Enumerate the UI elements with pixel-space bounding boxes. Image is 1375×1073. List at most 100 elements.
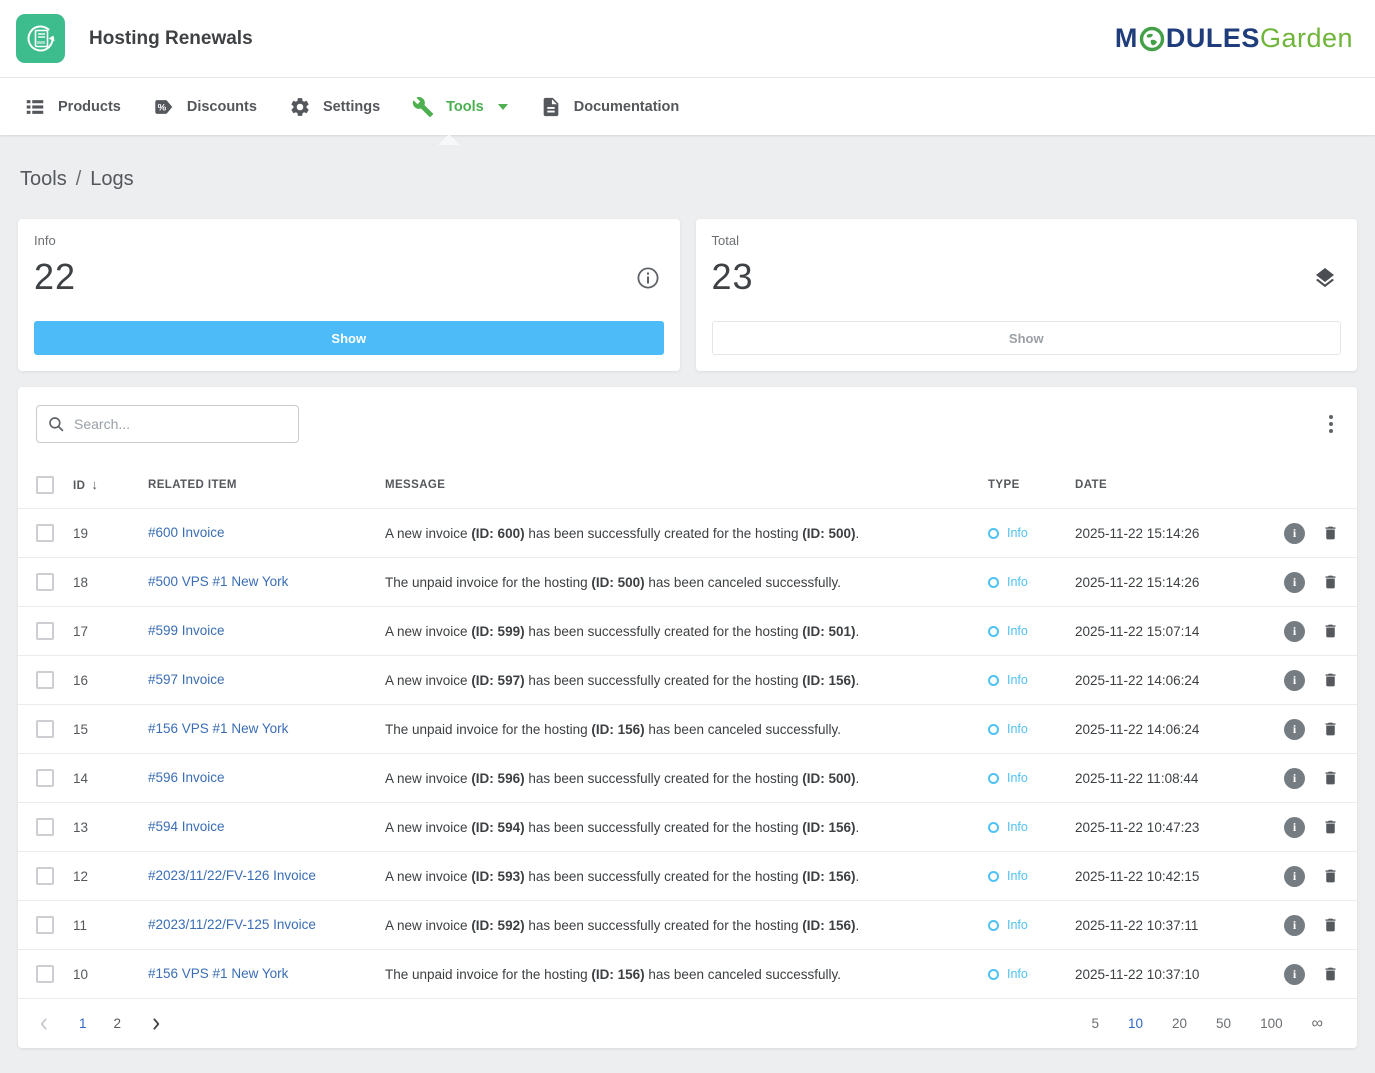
nav-item-products[interactable]: Products [8, 78, 137, 135]
info-ring-icon [988, 871, 999, 882]
row-checkbox[interactable] [36, 769, 54, 787]
row-checkbox[interactable] [36, 867, 54, 885]
row-delete-button[interactable] [1322, 867, 1339, 885]
nav-label: Settings [323, 99, 380, 115]
breadcrumb-separator: / [76, 168, 82, 190]
related-item-link[interactable]: #599 Invoice [148, 623, 225, 638]
info-circle-icon[interactable] [636, 266, 660, 290]
svg-text:%: % [157, 102, 166, 113]
column-header-type: TYPE [988, 479, 1075, 491]
related-item-link[interactable]: #600 Invoice [148, 525, 225, 540]
row-id: 16 [73, 673, 148, 688]
row-info-button[interactable]: i [1284, 915, 1305, 936]
row-info-button[interactable]: i [1284, 523, 1305, 544]
row-info-button[interactable]: i [1284, 964, 1305, 985]
row-id: 13 [73, 820, 148, 835]
related-item-link[interactable]: #2023/11/22/FV-126 Invoice [148, 868, 316, 883]
next-page-button[interactable] [148, 1016, 164, 1032]
row-info-button[interactable]: i [1284, 817, 1305, 838]
row-delete-button[interactable] [1322, 622, 1339, 640]
log-message: A new invoice (ID: 599) has been success… [385, 624, 988, 639]
row-checkbox[interactable] [36, 671, 54, 689]
table-row: 19 #600 Invoice A new invoice (ID: 600) … [18, 509, 1357, 558]
page-title: Hosting Renewals [89, 28, 253, 50]
row-info-button[interactable]: i [1284, 670, 1305, 691]
related-item-link[interactable]: #156 VPS #1 New York [148, 721, 288, 736]
page-size-option-50[interactable]: 50 [1216, 1016, 1231, 1031]
trash-icon [1322, 622, 1339, 640]
related-item-link[interactable]: #500 VPS #1 New York [148, 574, 288, 589]
show-info-button[interactable]: Show [34, 321, 664, 355]
row-info-button[interactable]: i [1284, 866, 1305, 887]
nav-item-tools[interactable]: Tools [396, 78, 524, 135]
type-label: Info [1007, 624, 1028, 638]
row-info-button[interactable]: i [1284, 768, 1305, 789]
row-info-button[interactable]: i [1284, 621, 1305, 642]
nav-item-discounts[interactable]: % Discounts [137, 78, 273, 135]
row-checkbox[interactable] [36, 720, 54, 738]
search-input[interactable] [74, 416, 288, 432]
wrench-icon [412, 96, 434, 118]
row-checkbox[interactable] [36, 916, 54, 934]
row-checkbox[interactable] [36, 573, 54, 591]
row-info-button[interactable]: i [1284, 719, 1305, 740]
show-total-button[interactable]: Show [712, 321, 1342, 355]
row-delete-button[interactable] [1322, 671, 1339, 689]
related-item-link[interactable]: #2023/11/22/FV-125 Invoice [148, 917, 316, 932]
row-delete-button[interactable] [1322, 524, 1339, 542]
row-id: 12 [73, 869, 148, 884]
row-info-button[interactable]: i [1284, 572, 1305, 593]
page-size-option-20[interactable]: 20 [1172, 1016, 1187, 1031]
type-label: Info [1007, 673, 1028, 687]
page-size-option-100[interactable]: 100 [1260, 1016, 1283, 1031]
page-size-option-5[interactable]: 5 [1091, 1016, 1099, 1031]
row-id: 11 [73, 918, 148, 933]
breadcrumb-tools-link[interactable]: Tools [20, 168, 67, 190]
row-checkbox[interactable] [36, 818, 54, 836]
related-item-link[interactable]: #156 VPS #1 New York [148, 966, 288, 981]
type-label: Info [1007, 869, 1028, 883]
type-badge: Info [988, 722, 1075, 736]
row-delete-button[interactable] [1322, 769, 1339, 787]
row-checkbox[interactable] [36, 524, 54, 542]
page-number-1[interactable]: 1 [79, 1016, 87, 1031]
related-item-link[interactable]: #597 Invoice [148, 672, 225, 687]
card-label: Info [34, 233, 664, 248]
table-row: 12 #2023/11/22/FV-126 Invoice A new invo… [18, 852, 1357, 901]
row-delete-button[interactable] [1322, 818, 1339, 836]
type-label: Info [1007, 722, 1028, 736]
row-id: 18 [73, 575, 148, 590]
page-number-2[interactable]: 2 [114, 1016, 122, 1031]
row-checkbox[interactable] [36, 965, 54, 983]
row-delete-button[interactable] [1322, 720, 1339, 738]
kebab-menu-icon[interactable] [1323, 409, 1339, 439]
row-date: 2025-11-22 14:06:24 [1075, 722, 1266, 737]
log-message: The unpaid invoice for the hosting (ID: … [385, 967, 988, 982]
row-checkbox[interactable] [36, 622, 54, 640]
document-icon [540, 96, 562, 118]
info-stat-card: Info 22 Show [18, 219, 680, 371]
row-date: 2025-11-22 11:08:44 [1075, 771, 1266, 786]
page-size-selector: 5 10 20 50 100 ∞ [1091, 1015, 1323, 1033]
related-item-link[interactable]: #594 Invoice [148, 819, 225, 834]
row-id: 15 [73, 722, 148, 737]
type-badge: Info [988, 820, 1075, 834]
previous-page-button[interactable] [36, 1016, 52, 1032]
page-size-option-10[interactable]: 10 [1128, 1016, 1143, 1031]
row-delete-button[interactable] [1322, 573, 1339, 591]
type-label: Info [1007, 526, 1028, 540]
page-size-option-∞[interactable]: ∞ [1312, 1015, 1323, 1033]
main-nav: Products % Discounts Settings Tools Docu… [0, 78, 1375, 135]
info-ring-icon [988, 920, 999, 931]
modulesgarden-logo: M DULES Garden [1115, 23, 1353, 54]
nav-item-documentation[interactable]: Documentation [524, 78, 696, 135]
nav-item-settings[interactable]: Settings [273, 78, 396, 135]
row-delete-button[interactable] [1322, 916, 1339, 934]
row-id: 17 [73, 624, 148, 639]
select-all-checkbox[interactable] [36, 476, 54, 494]
column-header-id[interactable]: ID↓ [73, 477, 148, 492]
row-delete-button[interactable] [1322, 965, 1339, 983]
log-message: The unpaid invoice for the hosting (ID: … [385, 575, 988, 590]
related-item-link[interactable]: #596 Invoice [148, 770, 225, 785]
table-row: 11 #2023/11/22/FV-125 Invoice A new invo… [18, 901, 1357, 950]
